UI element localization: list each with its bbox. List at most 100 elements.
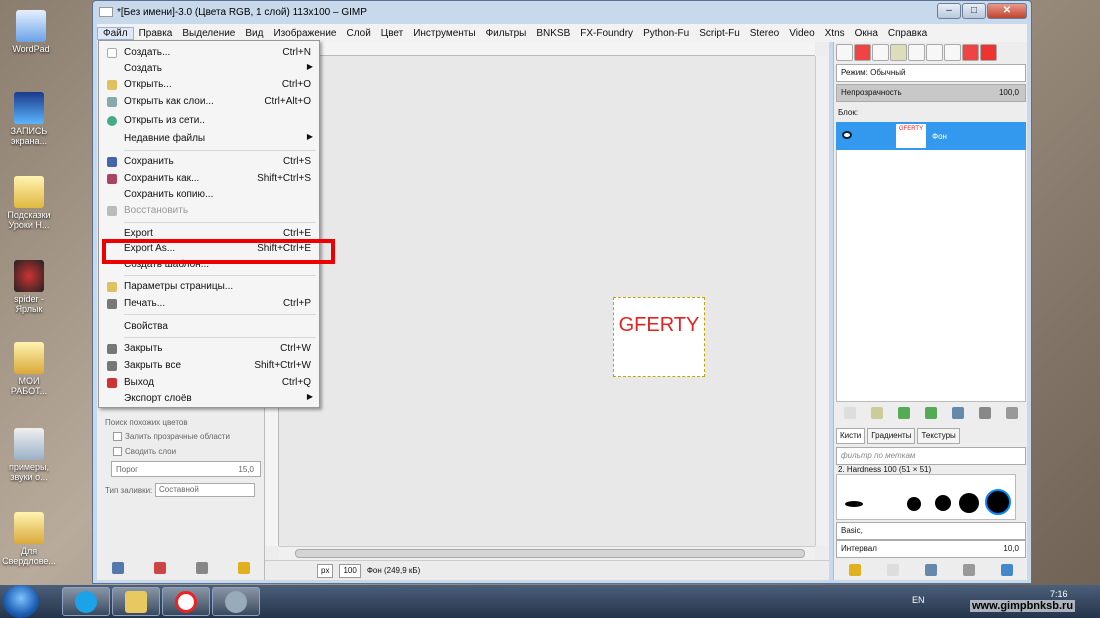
merge-layers-option[interactable]: Сводить слои — [113, 447, 176, 457]
brush-filter-input[interactable]: фильтр по меткам — [836, 447, 1026, 465]
menu-color[interactable]: Цвет — [376, 28, 408, 39]
brush-grid[interactable] — [836, 474, 1016, 520]
raise-layer-icon[interactable] — [897, 407, 910, 419]
menu-item-open[interactable]: Открыть... Ctrl+O — [99, 77, 319, 93]
reset-preset-icon[interactable] — [238, 562, 250, 574]
drawing-area[interactable]: GFERTY — [279, 56, 815, 546]
menu-item-save-copy[interactable]: Сохранить копию... — [99, 187, 319, 203]
stop-tab-icon[interactable] — [980, 44, 997, 61]
menu-video[interactable]: Video — [784, 28, 819, 39]
duplicate-brush-icon[interactable] — [925, 564, 937, 576]
brush-tab-icon[interactable] — [908, 44, 925, 61]
menu-layer[interactable]: Слой — [341, 28, 375, 39]
spacing-slider[interactable]: Интервал 10,0 — [836, 540, 1026, 558]
minimize-button[interactable]: – — [937, 3, 961, 19]
taskbar-explorer[interactable] — [112, 587, 160, 616]
menu-stereo[interactable]: Stereo — [745, 28, 784, 39]
anchor-layer-icon[interactable] — [979, 407, 992, 419]
image-canvas[interactable]: GFERTY — [613, 297, 705, 377]
paths-tab-icon[interactable] — [872, 44, 889, 61]
visibility-eye-icon[interactable] — [842, 131, 852, 139]
undo-tab-icon[interactable] — [890, 44, 907, 61]
menu-filters[interactable]: Фильтры — [481, 28, 532, 39]
close-button[interactable]: ✕ — [987, 3, 1027, 19]
menu-tools[interactable]: Инструменты — [408, 28, 480, 39]
menu-item-new[interactable]: Создать... Ctrl+N — [99, 45, 319, 61]
desktop-icon-hints[interactable]: Подсказки Уроки Н... — [0, 176, 58, 230]
horizontal-ruler[interactable] — [279, 42, 815, 56]
delete-preset-icon[interactable] — [196, 562, 208, 574]
menu-item-quit[interactable]: Выход Ctrl+Q — [99, 375, 319, 391]
menu-item-open-location[interactable]: Открыть из сети.. — [99, 113, 319, 129]
clock-time[interactable]: 7:16 — [1050, 589, 1068, 599]
horizontal-scrollbar[interactable] — [279, 546, 815, 560]
taskbar-gimp[interactable] — [212, 587, 260, 616]
menu-fx-foundry[interactable]: FX-Foundry — [575, 28, 638, 39]
menu-view[interactable]: Вид — [240, 28, 268, 39]
maximize-button[interactable]: □ — [962, 3, 986, 19]
desktop-icon-sverdlovsk[interactable]: Для Свердлове... — [0, 512, 58, 566]
save-preset-icon[interactable] — [112, 562, 124, 574]
menu-image[interactable]: Изображение — [268, 28, 341, 39]
delete-layer-icon[interactable] — [1006, 407, 1019, 419]
move-tab-icon[interactable] — [944, 44, 961, 61]
menu-script-fu[interactable]: Script-Fu — [694, 28, 745, 39]
menu-item-page-setup[interactable]: Параметры страницы... — [99, 279, 319, 295]
new-brush-icon[interactable] — [887, 564, 899, 576]
fill-transparent-option[interactable]: Залить прозрачные области — [113, 432, 230, 442]
brush-item[interactable] — [845, 501, 863, 507]
desktop-icon-screen-record[interactable]: ЗАПИСЬ экрана... — [0, 92, 58, 146]
duplicate-layer-icon[interactable] — [952, 407, 965, 419]
desktop-icon-wordpad[interactable]: WordPad — [2, 10, 60, 54]
threshold-slider[interactable]: Порог 15,0 — [111, 461, 261, 477]
delete-brush-icon[interactable] — [963, 564, 975, 576]
refresh-brushes-icon[interactable] — [1001, 564, 1013, 576]
fill-transparent-checkbox[interactable] — [113, 432, 122, 442]
zoom-select[interactable]: 100 — [339, 563, 361, 578]
desktop-icon-my-works[interactable]: МОИ РАБОТ... — [0, 342, 58, 396]
menu-item-export-layers[interactable]: Экспорт слоёв ▶ — [99, 391, 319, 407]
brush-item[interactable] — [959, 493, 979, 513]
menu-item-close-all[interactable]: Закрыть все Shift+Ctrl+W — [99, 358, 319, 374]
menu-item-print[interactable]: Печать... Ctrl+P — [99, 296, 319, 312]
brush-preset-select[interactable]: Basic, — [836, 522, 1026, 540]
pointer-tab-icon[interactable] — [926, 44, 943, 61]
language-indicator[interactable]: EN — [912, 595, 925, 605]
menu-windows[interactable]: Окна — [850, 28, 883, 39]
menu-select[interactable]: Выделение — [177, 28, 240, 39]
brush-item[interactable] — [985, 489, 1011, 515]
restore-preset-icon[interactable] — [154, 562, 166, 574]
lower-layer-icon[interactable] — [924, 407, 937, 419]
layer-row[interactable]: GFERTY Фон — [836, 122, 1026, 150]
desktop-icon-spider[interactable]: spider - Ярлык — [0, 260, 58, 314]
taskbar-skype[interactable] — [62, 587, 110, 616]
edit-brush-icon[interactable] — [849, 564, 861, 576]
start-button[interactable] — [3, 585, 39, 618]
menu-item-open-as-layers[interactable]: Открыть как слои... Ctrl+Alt+O — [99, 94, 319, 110]
scrollbar-thumb[interactable] — [295, 549, 805, 558]
menu-item-close[interactable]: Закрыть Ctrl+W — [99, 341, 319, 357]
merge-layers-checkbox[interactable] — [113, 447, 122, 457]
new-group-icon[interactable] — [870, 407, 883, 419]
opacity-slider[interactable]: Непрозрачность 100,0 — [836, 84, 1026, 102]
desktop-icon-examples[interactable]: примеры, звуки о... — [0, 428, 58, 482]
vertical-scrollbar[interactable] — [815, 56, 829, 546]
tab-gradients[interactable]: Градиенты — [867, 428, 916, 444]
menu-item-create-submenu[interactable]: Создать ▶ — [99, 61, 319, 77]
channels-tab-icon[interactable] — [854, 44, 871, 61]
new-layer-icon[interactable] — [843, 407, 856, 419]
menu-item-properties[interactable]: Свойства — [99, 319, 319, 335]
tab-patterns[interactable]: Текстуры — [917, 428, 960, 444]
menu-item-save-as[interactable]: Сохранить как... Shift+Ctrl+S — [99, 171, 319, 187]
menu-file[interactable]: Файл — [97, 26, 134, 40]
menu-bnksb[interactable]: BNKSB — [531, 28, 575, 39]
menu-item-recent[interactable]: Недавние файлы ▶ — [99, 131, 319, 147]
brush-item[interactable] — [935, 495, 951, 511]
warning-tab-icon[interactable] — [962, 44, 979, 61]
layers-tab-icon[interactable] — [836, 44, 853, 61]
taskbar-yandex[interactable] — [162, 587, 210, 616]
unit-select[interactable]: px — [317, 563, 334, 578]
menu-help[interactable]: Справка — [883, 28, 932, 39]
mode-select[interactable]: Режим: Обычный — [836, 64, 1026, 82]
menu-edit[interactable]: Правка — [134, 28, 178, 39]
